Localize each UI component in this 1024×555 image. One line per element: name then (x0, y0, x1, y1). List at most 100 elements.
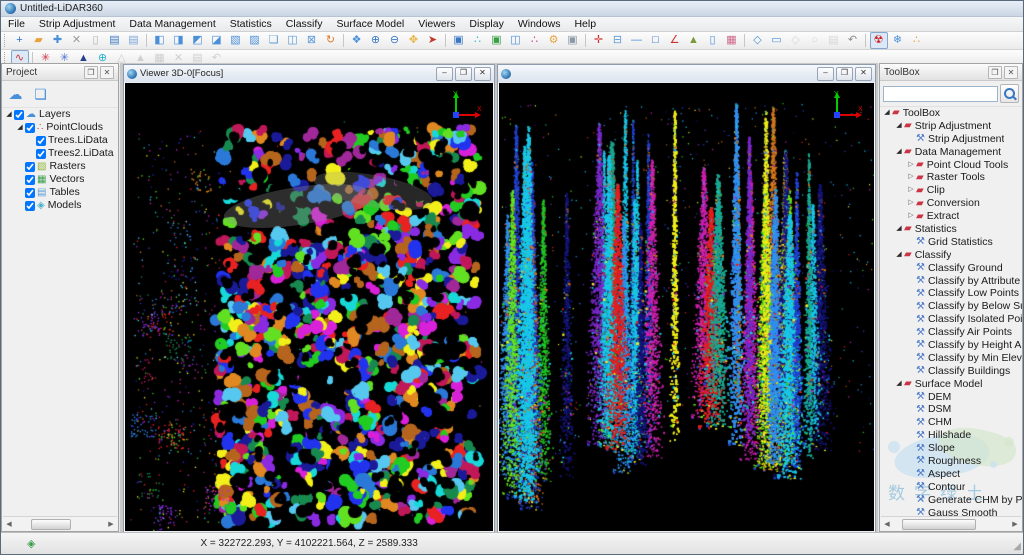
toolbox-item-generate-chm-by-point-cloud[interactable]: ⚒Generate CHM by Point Cloud (880, 494, 1022, 507)
scroll-thumb[interactable] (902, 519, 976, 530)
view-reset-button[interactable]: ⊠ (303, 32, 321, 49)
toolbox-item-classify-isolated-points[interactable]: ⚒Classify Isolated Points (880, 313, 1022, 326)
toolbox-item-extract[interactable]: ▷▰Extract (880, 210, 1022, 223)
view-iso-front-button[interactable]: ❏ (265, 32, 283, 49)
add-cloud-button[interactable]: ☁ (7, 86, 25, 103)
zoom-extent-button[interactable]: ❖ (348, 32, 366, 49)
view-left-button[interactable]: ◩ (189, 32, 207, 49)
color-by-intensity-button[interactable]: ∴ (908, 32, 926, 49)
tree-expander-icon[interactable]: ◢ (894, 146, 904, 159)
toolbox-hscrollbar[interactable]: ◀ ▶ (881, 516, 1021, 530)
viewer2-restore-button[interactable]: ❐ (836, 67, 853, 81)
toolbox-item-classify-ground[interactable]: ⚒Classify Ground (880, 262, 1022, 275)
menu-item-help[interactable]: Help (567, 17, 603, 31)
tree-expander-icon[interactable]: ▷ (906, 210, 916, 223)
measure-volume-button[interactable]: ▲ (685, 32, 703, 49)
select-polygon-button[interactable]: ◇ (749, 32, 767, 49)
tree-expander-icon[interactable]: ◢ (894, 120, 904, 133)
project-tree-item-rasters[interactable]: ▧Rasters (2, 160, 118, 173)
view-iso-back-button[interactable]: ◫ (284, 32, 302, 49)
toolbox-search-button[interactable] (1000, 84, 1019, 103)
viewer1-titlebar[interactable]: Viewer 3D-0[Focus] – ❐ ✕ (124, 65, 494, 82)
tree-expander-icon[interactable]: ▷ (906, 171, 916, 184)
toolbox-item-classify-low-points[interactable]: ⚒Classify Low Points (880, 287, 1022, 300)
menu-item-windows[interactable]: Windows (511, 17, 568, 31)
toolbox-search-input[interactable] (883, 86, 998, 102)
toolbox-close-button[interactable]: ✕ (1004, 66, 1018, 79)
viewer2-pointcloud-canvas[interactable] (499, 83, 874, 531)
view-back-button[interactable]: ◨ (170, 32, 188, 49)
toolbox-item-data-management[interactable]: ◢▰Data Management (880, 146, 1022, 159)
project-tree-item-models[interactable]: ◈Models (2, 199, 118, 212)
scroll-left-arrow-icon[interactable]: ◀ (3, 520, 15, 528)
toolbox-item-aspect[interactable]: ⚒Aspect (880, 468, 1022, 481)
add-data-button[interactable]: ✚ (49, 32, 67, 49)
project-tree-item-layers[interactable]: ◢☁Layers (2, 108, 118, 121)
toolbox-item-conversion[interactable]: ▷▰Conversion (880, 197, 1022, 210)
measure-window-button[interactable]: ⊟ (609, 32, 627, 49)
toolbox-item-classify-by-min-elevation[interactable]: ⚒Classify by Min Elevation (880, 352, 1022, 365)
resize-grip[interactable]: ◢ (1013, 541, 1021, 552)
split-view-button[interactable]: ◫ (507, 32, 525, 49)
layer-visibility-checkbox[interactable] (36, 149, 46, 159)
layer-visibility-checkbox[interactable] (25, 188, 35, 198)
pick-coordinate-button[interactable]: ✛ (590, 32, 608, 49)
new-project-button[interactable]: + (11, 32, 29, 49)
toolbox-item-strip-adjustment[interactable]: ⚒Strip Adjustment (880, 133, 1022, 146)
toolbox-item-classify-buildings[interactable]: ⚒Classify Buildings (880, 365, 1022, 378)
toolbox-item-classify-by-below-surface[interactable]: ⚒Classify by Below Surface (880, 300, 1022, 313)
color-by-class-button[interactable]: ☢ (870, 32, 888, 49)
layer-visibility-checkbox[interactable] (36, 136, 46, 146)
toolbox-item-roughness[interactable]: ⚒Roughness (880, 455, 1022, 468)
view-top-button[interactable]: ▧ (227, 32, 245, 49)
toolbox-item-grid-statistics[interactable]: ⚒Grid Statistics (880, 236, 1022, 249)
scroll-left-arrow-icon[interactable]: ◀ (881, 520, 893, 528)
tree-expander-icon[interactable]: ◢ (894, 378, 904, 391)
settings-button[interactable]: ⚙ (545, 32, 563, 49)
select-rectangle-button[interactable]: ▭ (768, 32, 786, 49)
project-tree-item-pointclouds[interactable]: ◢∴PointClouds (2, 121, 118, 134)
layer-stack-button[interactable]: ❏ (32, 86, 50, 103)
toolbox-item-point-cloud-tools[interactable]: ▷▰Point Cloud Tools (880, 159, 1022, 172)
pan-button[interactable]: ✥ (405, 32, 423, 49)
project-hscrollbar[interactable]: ◀ ▶ (3, 516, 117, 530)
color-points-button[interactable]: ∴ (526, 32, 544, 49)
remove-data-button[interactable]: ✕ (68, 32, 86, 49)
project-tree-item-vectors[interactable]: ▦Vectors (2, 173, 118, 186)
toolbox-item-hillshade[interactable]: ⚒Hillshade (880, 429, 1022, 442)
viewer2-viewport[interactable]: Y X (499, 83, 874, 531)
save-button[interactable]: ▤ (106, 32, 124, 49)
toolbox-item-statistics[interactable]: ◢▰Statistics (880, 223, 1022, 236)
layer-visibility-checkbox[interactable] (25, 175, 35, 185)
toolbox-item-dem[interactable]: ⚒DEM (880, 391, 1022, 404)
viewer-2d-button[interactable]: ▣ (488, 32, 506, 49)
pick-point-button[interactable]: ➤ (424, 32, 442, 49)
menu-item-classify[interactable]: Classify (279, 17, 330, 31)
tree-expander-icon[interactable]: ◢ (15, 121, 25, 134)
tree-expander-icon[interactable]: ◢ (4, 108, 14, 121)
menu-item-viewers[interactable]: Viewers (411, 17, 462, 31)
tree-expander-icon[interactable]: ▷ (906, 159, 916, 172)
viewer1-close-button[interactable]: ✕ (474, 67, 491, 81)
measure-height-button[interactable]: ▯ (704, 32, 722, 49)
viewer-3d-button[interactable]: ▣ (450, 32, 468, 49)
tree-expander-icon[interactable]: ◢ (882, 107, 892, 120)
tree-expander-icon[interactable]: ◢ (894, 223, 904, 236)
toolbox-item-classify-by-attribute[interactable]: ⚒Classify by Attribute (880, 275, 1022, 288)
toolbox-item-clip[interactable]: ▷▰Clip (880, 184, 1022, 197)
orbit-button[interactable]: ↻ (322, 32, 340, 49)
tree-expander-icon[interactable]: ▷ (906, 197, 916, 210)
zoom-in-button[interactable]: ⊕ (367, 32, 385, 49)
menu-item-strip-adjustment[interactable]: Strip Adjustment (32, 17, 122, 31)
open-file-button[interactable]: ▰ (30, 32, 48, 49)
layer-visibility-checkbox[interactable] (25, 201, 35, 211)
viewer1-viewport[interactable]: Y X (125, 83, 493, 531)
measure-density-button[interactable]: ▦ (723, 32, 741, 49)
toolbox-item-classify-air-points[interactable]: ⚒Classify Air Points (880, 326, 1022, 339)
view-right-button[interactable]: ◪ (208, 32, 226, 49)
viewer1-pointcloud-canvas[interactable] (125, 83, 493, 531)
menu-item-surface-model[interactable]: Surface Model (330, 17, 412, 31)
scroll-right-arrow-icon[interactable]: ▶ (1009, 520, 1021, 528)
viewer2-minimize-button[interactable]: – (817, 67, 834, 81)
viewer1-restore-button[interactable]: ❐ (455, 67, 472, 81)
